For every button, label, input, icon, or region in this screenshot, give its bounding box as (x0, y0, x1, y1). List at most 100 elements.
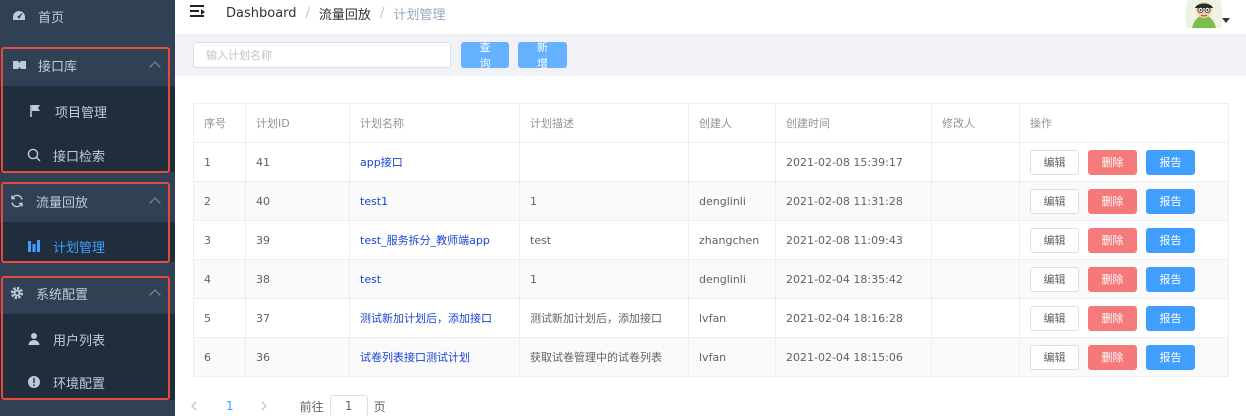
sidebar-item-label: 计划管理 (53, 240, 106, 256)
avatar[interactable] (1186, 0, 1222, 28)
column-header: 计划ID (246, 104, 350, 142)
table-body: 1 41 app接口 2021-02-08 15:39:17 编辑 删除 报告 2 40 test… (194, 143, 1228, 377)
edit-button[interactable]: 编辑 (1030, 149, 1079, 175)
plan-name-link[interactable]: test1 (350, 182, 520, 220)
column-header: 计划描述 (520, 104, 689, 142)
caret-down-icon[interactable] (1222, 18, 1230, 23)
add-button[interactable]: 新增 (518, 41, 567, 70)
sidebar-item-project-manage[interactable]: 项目管理 (0, 92, 175, 130)
sidebar-item-env-config[interactable]: 环境配置 (0, 363, 175, 401)
plan-name-link[interactable]: test (350, 260, 520, 298)
cell-created-time: 2021-02-08 11:09:43 (776, 221, 932, 259)
sidebar-item-label: 首页 (38, 10, 65, 26)
edit-button[interactable]: 编辑 (1030, 266, 1079, 292)
plan-name-link[interactable]: 试卷列表接口测试计划 (350, 338, 520, 376)
table-header-row: 序号 计划ID 计划名称 计划描述 创建人 创建时间 修改人 操作 (194, 104, 1228, 143)
edit-button[interactable]: 编辑 (1030, 188, 1079, 214)
breadcrumb-item-traffic-replay[interactable]: 流量回放 (319, 4, 371, 23)
edit-button[interactable]: 编辑 (1030, 305, 1079, 331)
dashboard-icon (10, 7, 28, 25)
breadcrumb-separator: / (305, 6, 310, 21)
cell-no: 4 (194, 260, 246, 298)
report-button[interactable]: 报告 (1146, 149, 1195, 175)
search-icon (25, 146, 43, 164)
cell-modifier (932, 182, 1020, 220)
page-number[interactable]: 1 (226, 399, 234, 413)
sidebar-item-label: 用户列表 (53, 333, 106, 349)
cell-creator (689, 143, 776, 181)
column-header: 修改人 (932, 104, 1020, 142)
hamburger-icon[interactable] (190, 4, 206, 20)
column-header: 创建人 (689, 104, 776, 142)
chevron-right-icon[interactable] (258, 400, 270, 412)
cell-plan-desc: 1 (520, 182, 689, 220)
sidebar-item-label: 环境配置 (53, 376, 106, 392)
cell-modifier (932, 338, 1020, 376)
chevron-left-icon[interactable] (188, 400, 200, 412)
cell-creator: lvfan (689, 338, 776, 376)
sidebar-item-label: 项目管理 (55, 105, 108, 121)
cell-creator: denglinli (689, 182, 776, 220)
plan-name-link[interactable]: app接口 (350, 143, 520, 181)
cell-plan-id: 37 (246, 299, 350, 337)
refresh-icon (8, 192, 26, 210)
cell-actions: 编辑 删除 报告 (1020, 188, 1228, 214)
delete-button[interactable]: 删除 (1088, 305, 1137, 331)
cell-modifier (932, 221, 1020, 259)
plan-name-link[interactable]: test_服务拆分_教师端app (350, 221, 520, 259)
cell-creator: lvfan (689, 299, 776, 337)
plan-name-link[interactable]: 测试新加计划后，添加接口 (350, 299, 520, 337)
sidebar-group-label: 接口库 (38, 59, 78, 75)
cell-no: 2 (194, 182, 246, 220)
plan-name-input[interactable] (193, 42, 451, 68)
query-button[interactable]: 查询 (461, 41, 509, 70)
cell-no: 5 (194, 299, 246, 337)
report-button[interactable]: 报告 (1146, 305, 1195, 331)
cell-plan-desc: 测试新加计划后，添加接口 (520, 299, 689, 337)
cell-modifier (932, 143, 1020, 181)
goto-suffix: 页 (373, 399, 386, 414)
delete-button[interactable]: 删除 (1088, 266, 1137, 292)
table-row: 4 38 test 1 denglinli 2021-02-04 18:35:42 编辑 删除… (194, 260, 1228, 299)
table-row: 3 39 test_服务拆分_教师端app test zhangchen 2021-02-… (194, 221, 1228, 260)
edit-button[interactable]: 编辑 (1030, 227, 1079, 253)
cell-plan-id: 40 (246, 182, 350, 220)
cell-actions: 编辑 删除 报告 (1020, 305, 1228, 331)
filter-bar: 查询 新增 (175, 34, 1246, 76)
report-button[interactable]: 报告 (1146, 227, 1195, 253)
ticket-icon (10, 56, 28, 74)
cell-plan-desc: 获取试卷管理中的试卷列表 (520, 338, 689, 376)
chevron-up-icon (149, 61, 161, 73)
sidebar-item-plan-manage[interactable]: 计划管理 (0, 227, 175, 265)
table-row: 5 37 测试新加计划后，添加接口 测试新加计划后，添加接口 lvfan 2021-02-… (194, 299, 1228, 338)
report-button[interactable]: 报告 (1146, 266, 1195, 292)
delete-button[interactable]: 删除 (1088, 344, 1137, 370)
breadcrumb-item-current: 计划管理 (393, 8, 446, 23)
sidebar-item-user-list[interactable]: 用户列表 (0, 320, 175, 358)
cell-plan-desc: 1 (520, 260, 689, 298)
cell-created-time: 2021-02-04 18:15:06 (776, 338, 932, 376)
gear-icon (8, 284, 26, 302)
sidebar-group-label: 系统配置 (36, 287, 89, 303)
breadcrumb-item-dashboard[interactable]: Dashboard (226, 6, 297, 21)
table-row: 2 40 test1 1 denglinli 2021-02-08 11:31:28 编辑删… (194, 182, 1228, 221)
cell-plan-desc: test (520, 221, 689, 259)
sidebar-item-home[interactable]: 首页 (0, 2, 175, 30)
cell-creator: zhangchen (689, 221, 776, 259)
sidebar-group-interface-lib[interactable]: 接口库 (0, 46, 175, 84)
navbar: Dashboard / 流量回放 / 计划管理 (175, 0, 1246, 34)
sidebar-group-traffic-replay[interactable]: 流量回放 (0, 182, 175, 220)
edit-button[interactable]: 编辑 (1030, 344, 1079, 370)
goto-page-input[interactable] (329, 395, 368, 416)
sidebar-item-label: 接口检索 (53, 149, 106, 165)
cell-created-time: 2021-02-04 18:35:42 (776, 260, 932, 298)
column-header: 操作 (1030, 117, 1052, 130)
delete-button[interactable]: 删除 (1088, 149, 1137, 175)
cell-modifier (932, 260, 1020, 298)
sidebar-item-interface-search[interactable]: 接口检索 (0, 136, 175, 174)
delete-button[interactable]: 删除 (1088, 188, 1137, 214)
sidebar-group-system-config[interactable]: 系统配置 (0, 274, 175, 312)
report-button[interactable]: 报告 (1146, 344, 1195, 370)
delete-button[interactable]: 删除 (1088, 227, 1137, 253)
report-button[interactable]: 报告 (1146, 188, 1195, 214)
